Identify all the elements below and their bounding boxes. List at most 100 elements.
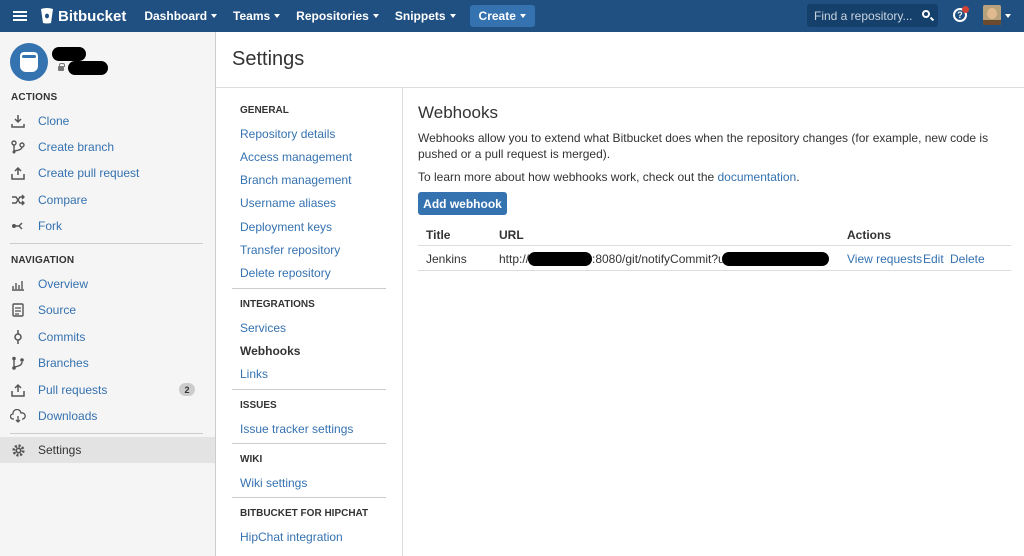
bucket-icon — [20, 52, 38, 72]
search-icon — [922, 10, 930, 18]
sidebar-item-label: Overview — [38, 277, 89, 291]
settings-link-webhooks[interactable]: Webhooks — [240, 344, 300, 358]
download-icon — [10, 113, 26, 129]
sidebar-item-downloads[interactable]: Downloads — [0, 403, 215, 429]
bitbucket-logo[interactable]: Bitbucket — [40, 8, 126, 25]
nav-dashboard[interactable]: Dashboard — [136, 0, 225, 32]
help-icon[interactable]: ? — [953, 6, 969, 22]
settings-heading-integrations: INTEGRATIONS — [240, 299, 315, 310]
bitbucket-logo-icon — [41, 8, 53, 24]
create-button[interactable]: Create — [469, 5, 535, 27]
page-title: Settings — [232, 48, 305, 70]
repository-sidebar: ACTIONS Clone Create branch Create pull … — [0, 32, 216, 556]
lock-icon — [58, 63, 65, 71]
webhook-url-prefix: http:// — [499, 252, 530, 266]
settings-link-services[interactable]: Services — [240, 321, 286, 335]
sidebar-item-clone[interactable]: Clone — [0, 108, 215, 134]
settings-link-issue-tracker-settings[interactable]: Issue tracker settings — [240, 422, 353, 436]
redacted-webhook-url-parameter — [722, 252, 829, 266]
sidebar-item-label: Clone — [38, 114, 70, 128]
nav-teams[interactable]: Teams — [225, 0, 288, 32]
sidebar-item-label: Pull requests — [38, 383, 108, 397]
nav-teams-label: Teams — [233, 9, 271, 23]
sidebar-item-source[interactable]: Source — [0, 297, 215, 323]
column-header-actions: Actions — [847, 228, 892, 242]
delete-link[interactable]: Delete — [950, 252, 985, 266]
sidebar-item-pull-requests[interactable]: Pull requests 2 — [0, 377, 215, 403]
add-webhook-button[interactable]: Add webhook — [418, 192, 507, 215]
nav-repositories-label: Repositories — [296, 9, 369, 23]
branch-icon — [10, 355, 26, 371]
settings-nav-divider — [232, 497, 386, 498]
sidebar-item-label: Compare — [38, 193, 88, 207]
brand-name: Bitbucket — [58, 7, 127, 25]
redacted-repository-name — [68, 61, 108, 75]
gear-icon — [10, 442, 26, 458]
pull-request-icon — [10, 165, 26, 181]
view-requests-link[interactable]: View requests — [847, 252, 922, 266]
create-button-label: Create — [478, 9, 516, 23]
settings-link-access-management[interactable]: Access management — [240, 150, 352, 164]
sidebar-item-commits[interactable]: Commits — [0, 324, 215, 350]
sidebar-item-label: Source — [38, 303, 77, 317]
chevron-down-icon — [211, 14, 218, 18]
webhook-title: Jenkins — [426, 252, 467, 266]
sidebar-item-fork[interactable]: Fork — [0, 213, 215, 239]
notification-dot-icon — [962, 6, 969, 13]
learn-more-prefix: To learn more about how webhooks work, c… — [418, 170, 718, 184]
search-placeholder: Find a repository... — [814, 8, 913, 23]
sidebar-item-label: Create pull request — [38, 166, 140, 180]
settings-heading-wiki: WIKI — [240, 454, 263, 465]
sidebar-item-create-branch[interactable]: Create branch — [0, 134, 215, 160]
settings-link-deployment-keys[interactable]: Deployment keys — [240, 220, 332, 234]
webhooks-title: Webhooks — [418, 103, 499, 122]
repository-search-input[interactable]: Find a repository... — [807, 4, 938, 27]
documentation-link[interactable]: documentation — [718, 170, 797, 184]
sidebar-item-settings[interactable]: Settings — [0, 437, 215, 463]
column-header-title: Title — [426, 228, 451, 242]
webhook-url-path: :8080/git/notifyCommit?url= — [592, 252, 739, 266]
learn-more-suffix: . — [796, 170, 800, 184]
menu-icon[interactable] — [0, 0, 40, 32]
sidebar-item-branches[interactable]: Branches — [0, 350, 215, 376]
settings-link-repository-details[interactable]: Repository details — [240, 127, 335, 141]
settings-link-delete-repository[interactable]: Delete repository — [240, 266, 331, 280]
settings-nav-divider — [232, 443, 386, 444]
nav-snippets[interactable]: Snippets — [387, 0, 464, 32]
sidebar-item-label: Commits — [38, 330, 86, 344]
source-icon — [10, 302, 26, 318]
nav-repositories[interactable]: Repositories — [288, 0, 387, 32]
sidebar-item-create-pull-request[interactable]: Create pull request — [0, 160, 215, 186]
sidebar-item-label: Settings — [38, 443, 82, 457]
chevron-down-icon[interactable] — [1005, 14, 1011, 18]
navigation-heading: NAVIGATION — [11, 255, 75, 266]
user-avatar[interactable] — [983, 5, 1001, 25]
sidebar-item-compare[interactable]: Compare — [0, 187, 215, 213]
settings-link-links[interactable]: Links — [240, 367, 268, 381]
fork-icon — [10, 218, 26, 234]
cloud-download-icon — [10, 408, 26, 424]
nav-dashboard-label: Dashboard — [144, 9, 208, 23]
overview-icon — [10, 276, 26, 292]
pull-request-count-badge: 2 — [179, 383, 195, 396]
branch-icon — [10, 139, 26, 155]
table-row-divider — [418, 270, 1011, 271]
sidebar-item-overview[interactable]: Overview — [0, 271, 215, 297]
webhooks-learn-more: To learn more about how webhooks work, c… — [418, 170, 800, 184]
edit-link[interactable]: Edit — [923, 252, 944, 266]
sidebar-divider — [10, 433, 203, 434]
column-header-url: URL — [499, 228, 524, 242]
repository-avatar[interactable] — [10, 43, 48, 81]
settings-link-wiki-settings[interactable]: Wiki settings — [240, 476, 307, 490]
settings-link-username-aliases[interactable]: Username aliases — [240, 196, 336, 210]
actions-heading: ACTIONS — [11, 92, 58, 103]
settings-navigation: GENERAL Repository details Access manage… — [216, 88, 403, 556]
settings-link-branch-management[interactable]: Branch management — [240, 173, 351, 187]
table-header-divider — [418, 245, 1011, 246]
redacted-owner-name — [52, 47, 86, 61]
settings-nav-divider — [232, 288, 386, 289]
chevron-down-icon — [519, 14, 526, 18]
redacted-webhook-host — [528, 252, 592, 266]
settings-link-hipchat-integration[interactable]: HipChat integration — [240, 530, 343, 544]
settings-link-transfer-repository[interactable]: Transfer repository — [240, 243, 340, 257]
